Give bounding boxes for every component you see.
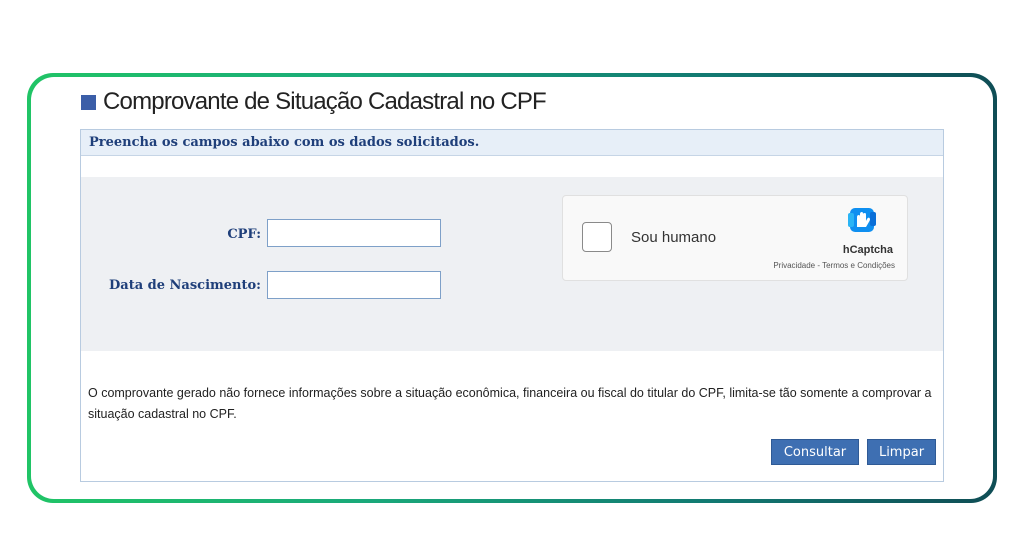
captcha-privacy-terms-links[interactable]: Privacidade - Termos e Condições	[773, 261, 895, 270]
form-panel: Preencha os campos abaixo com os dados s…	[80, 129, 944, 482]
cpf-label: CPF:	[227, 227, 261, 242]
instruction-header: Preencha os campos abaixo com os dados s…	[81, 130, 943, 156]
cpf-input[interactable]	[267, 219, 441, 247]
limpar-button[interactable]: Limpar	[867, 439, 936, 465]
captcha-brand: hCaptcha	[842, 244, 893, 256]
captcha-label: Sou humano	[631, 229, 717, 246]
page-title-text: Comprovante de Situação Cadastral no CPF	[103, 88, 547, 115]
birth-date-input[interactable]	[267, 271, 441, 299]
page-title: Comprovante de Situação Cadastral no CPF	[81, 85, 547, 119]
consultar-button[interactable]: Consultar	[771, 439, 859, 465]
birth-date-label: Data de Nascimento:	[109, 278, 261, 293]
disclaimer-text: O comprovante gerado não fornece informa…	[88, 386, 932, 421]
form-area: CPF: Data de Nascimento: Sou humano hCap…	[81, 177, 943, 351]
hcaptcha-widget: Sou humano hCaptcha Privacidade - Termos…	[562, 195, 908, 281]
captcha-checkbox[interactable]	[582, 222, 612, 252]
hcaptcha-hand-icon	[848, 208, 876, 232]
title-square-icon	[81, 94, 96, 110]
